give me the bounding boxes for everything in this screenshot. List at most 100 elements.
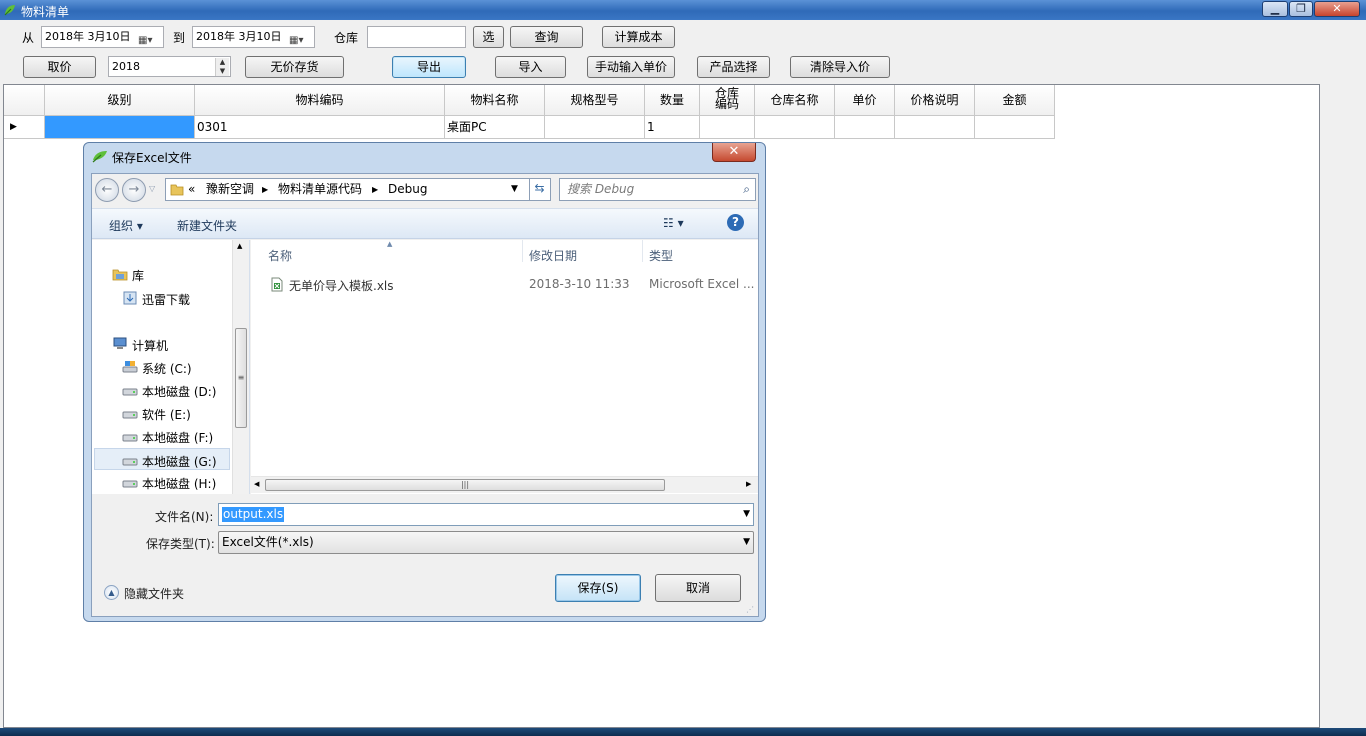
- breadcrumb-item[interactable]: 豫新空调: [206, 179, 254, 200]
- recent-locations-chevron-icon[interactable]: ▽: [149, 184, 155, 193]
- file-list-scrollbar[interactable]: ◀ ||| ▶: [251, 476, 758, 493]
- get-price-button[interactable]: 取价: [23, 56, 96, 78]
- search-input[interactable]: 搜索 Debug ⌕: [559, 178, 756, 201]
- nav-item-drive-g[interactable]: 本地磁盘 (G:): [94, 448, 230, 470]
- computer-icon: [112, 337, 128, 351]
- column-header[interactable]: 单价: [835, 85, 895, 116]
- column-separator[interactable]: [522, 240, 523, 262]
- table-cell[interactable]: [975, 116, 1055, 139]
- minimize-button[interactable]: ▁: [1262, 1, 1288, 17]
- table-cell[interactable]: [700, 116, 755, 139]
- new-folder-button[interactable]: 新建文件夹: [177, 217, 237, 234]
- table-cell[interactable]: [835, 116, 895, 139]
- file-date: 2018-3-10 11:33: [529, 277, 630, 291]
- navigation-pane[interactable]: 库 迅雷下载 计算机 系统 (C:) 本地磁盘 (D:) 软件 (E:) 本地磁…: [92, 240, 250, 494]
- column-header[interactable]: 规格型号: [545, 85, 645, 116]
- column-header[interactable]: 物料名称: [445, 85, 545, 116]
- column-header-name[interactable]: 名称: [268, 247, 292, 264]
- scrollbar-thumb[interactable]: ≡: [235, 328, 247, 428]
- filetype-label: 保存类型(T):: [146, 537, 215, 551]
- from-date-picker[interactable]: 2018年 3月10日 ▦▾: [41, 26, 164, 48]
- calendar-dropdown-icon[interactable]: ▦▾: [138, 31, 154, 46]
- disk-drive-icon: [122, 475, 138, 489]
- filename-input[interactable]: output.xls ▼: [218, 503, 754, 526]
- breadcrumb-separator-icon[interactable]: ▶: [262, 179, 268, 200]
- column-header-type[interactable]: 类型: [649, 247, 673, 264]
- help-icon[interactable]: ?: [727, 214, 744, 231]
- taskbar: [0, 728, 1366, 736]
- address-bar[interactable]: « 豫新空调 ▶ 物料清单源代码 ▶ Debug ▼ ⇆: [165, 178, 551, 201]
- disk-drive-icon: [122, 383, 138, 397]
- calc-cost-button[interactable]: 计算成本: [602, 26, 675, 48]
- view-options-icon[interactable]: ☷ ▾: [663, 216, 684, 230]
- close-button[interactable]: ✕: [1314, 1, 1360, 17]
- table-cell[interactable]: [755, 116, 835, 139]
- column-header[interactable]: 价格说明: [895, 85, 975, 116]
- query-button[interactable]: 查询: [510, 26, 583, 48]
- navigation-scrollbar[interactable]: ▲ ≡: [232, 240, 249, 494]
- address-dropdown-icon[interactable]: ▼: [511, 179, 518, 200]
- forward-arrow-icon[interactable]: →: [122, 178, 146, 202]
- window-title-bar: 物料清单 ▁ ❐ ✕: [0, 0, 1366, 20]
- app-leaf-icon: [4, 5, 15, 16]
- column-header-date[interactable]: 修改日期: [529, 247, 577, 264]
- column-header[interactable]: 金额: [975, 85, 1055, 116]
- table-cell[interactable]: [545, 116, 645, 139]
- dialog-close-button[interactable]: ✕: [712, 143, 756, 162]
- from-label: 从: [22, 31, 35, 45]
- column-header[interactable]: 仓库名称: [755, 85, 835, 116]
- dialog-body: ← → ▽ « 豫新空调 ▶ 物料清单源代码 ▶ Debug ▼ ⇆ 搜索 De…: [91, 173, 759, 617]
- from-date-value: 2018年 3月10日: [45, 30, 131, 43]
- scroll-up-icon[interactable]: ▲: [237, 242, 242, 250]
- save-button[interactable]: 保存(S): [555, 574, 641, 602]
- organize-menu[interactable]: 组织 ▾: [109, 217, 143, 234]
- to-date-picker[interactable]: 2018年 3月10日 ▦▾: [192, 26, 315, 48]
- file-list[interactable]: 名称 ▲ 修改日期 类型 无单价导入模板.xls 2018-3-10 11:33…: [251, 240, 758, 494]
- breadcrumb-item[interactable]: 物料清单源代码: [278, 179, 362, 200]
- refresh-icon[interactable]: ⇆: [529, 178, 549, 201]
- breadcrumb-separator-icon[interactable]: ▶: [372, 179, 378, 200]
- current-row-marker-icon[interactable]: ▶: [4, 116, 45, 139]
- clear-import-price-button[interactable]: 清除导入价: [790, 56, 890, 78]
- table-cell[interactable]: 桌面PC: [445, 116, 545, 139]
- select-warehouse-button[interactable]: 选: [473, 26, 504, 48]
- breadcrumb-overflow[interactable]: «: [188, 179, 195, 200]
- scrollbar-thumb[interactable]: |||: [265, 479, 665, 491]
- search-icon[interactable]: ⌕: [743, 179, 750, 200]
- table-cell[interactable]: [895, 116, 975, 139]
- calendar-dropdown-icon[interactable]: ▦▾: [289, 31, 305, 46]
- table-cell[interactable]: 1: [645, 116, 700, 139]
- table-cell[interactable]: [45, 116, 195, 139]
- product-select-button[interactable]: 产品选择: [697, 56, 770, 78]
- disk-drive-icon: [122, 453, 138, 467]
- scroll-left-icon[interactable]: ◀: [254, 480, 259, 488]
- filetype-dropdown-icon[interactable]: ▼: [743, 532, 750, 553]
- column-header[interactable]: 级别: [45, 85, 195, 116]
- resize-grip-icon[interactable]: ⋰: [746, 605, 754, 614]
- no-price-stock-button[interactable]: 无价存货: [245, 56, 344, 78]
- search-placeholder: 搜索 Debug: [567, 182, 635, 196]
- disk-drive-icon: [122, 406, 138, 420]
- spinner-arrows-icon[interactable]: ▲ ▼: [215, 58, 229, 76]
- year-spinner[interactable]: 2018 ▲ ▼: [108, 56, 231, 77]
- column-header[interactable]: 仓库 编码: [700, 85, 755, 116]
- filetype-select[interactable]: Excel文件(*.xls) ▼: [218, 531, 754, 554]
- back-arrow-icon[interactable]: ←: [95, 178, 119, 202]
- column-header[interactable]: 物料编码: [195, 85, 445, 116]
- cancel-button[interactable]: 取消: [655, 574, 741, 602]
- column-header[interactable]: 数量: [645, 85, 700, 116]
- maximize-button[interactable]: ❐: [1289, 1, 1313, 17]
- column-separator[interactable]: [642, 240, 643, 262]
- filename-dropdown-icon[interactable]: ▼: [743, 509, 750, 519]
- file-name: 无单价导入模板.xls: [289, 279, 394, 293]
- breadcrumb-item[interactable]: Debug: [388, 179, 427, 200]
- warehouse-input[interactable]: [367, 26, 466, 48]
- dialog-title: 保存Excel文件: [112, 151, 192, 165]
- scroll-right-icon[interactable]: ▶: [746, 480, 751, 488]
- manual-price-button[interactable]: 手动输入单价: [587, 56, 675, 78]
- import-button[interactable]: 导入: [495, 56, 566, 78]
- export-button[interactable]: 导出: [392, 56, 466, 78]
- warehouse-label: 仓库: [334, 31, 359, 45]
- collapse-up-icon: ▲: [104, 585, 119, 600]
- table-cell[interactable]: 0301: [195, 116, 445, 139]
